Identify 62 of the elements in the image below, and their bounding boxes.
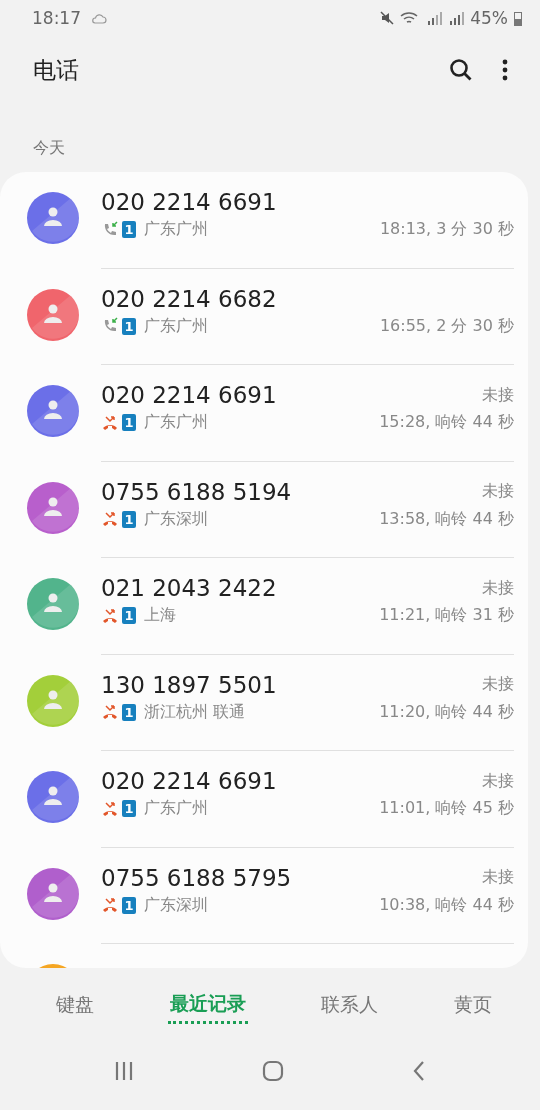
call-location: 上海 [144,605,177,626]
sim-badge: 1 [122,896,136,914]
nav-tab[interactable]: 黄页 [452,990,495,1024]
weather-icon [91,12,107,24]
sim-badge: 1 [122,510,136,528]
home-icon[interactable] [262,1060,284,1082]
sim-badge: 1 [122,703,136,721]
call-location: 广东广州 [144,798,209,819]
call-location: 广东深圳 [144,894,209,916]
nav-tab[interactable]: 联系人 [319,990,381,1024]
signal-icon [448,11,465,25]
call-time: 10:38, 响铃 44 秒 [379,894,514,916]
nav-tab[interactable]: 键盘 [53,990,96,1024]
sim-badge: 1 [122,414,136,431]
missed-call-icon [101,510,119,528]
call-location: 广东深圳 [144,508,209,530]
call-time: 11:21, 响铃 31 秒 [379,605,514,626]
battery-icon [514,10,522,26]
sim-badge: 1 [122,800,136,817]
missed-call-icon [101,606,119,625]
nav-tab[interactable]: 最近记录 [167,990,248,1024]
search-icon[interactable] [448,57,474,83]
phone-number: 021 2043 2422 [101,575,278,601]
phone-number: 020 2214 6691 [101,189,278,215]
phone-number: 0755 6188 5795 [101,864,293,891]
call-status: 未接 [482,770,514,792]
call-status: 未接 [482,481,514,502]
app-title: 电话 [33,55,80,85]
sim-badge: 1 [122,317,136,335]
call-status: 未接 [482,384,514,406]
call-status: 未接 [482,674,514,695]
call-location: 广东广州 [144,412,209,433]
call-time: 16:55, 2 分 30 秒 [379,315,514,337]
phone-number: 0755 6188 5194 [101,478,293,505]
battery-level: 45% [470,8,508,28]
phone-number: 130 1897 5501 [101,671,278,698]
status-time: 18:17 [32,8,81,28]
call-time: 15:28, 响铃 44 秒 [379,412,514,433]
missed-call-icon [101,799,119,818]
call-time: 11:01, 响铃 45 秒 [379,798,514,819]
sim-badge: 1 [122,607,136,624]
call-time: 18:13, 3 分 30 秒 [379,219,514,240]
phone-number: 020 2214 6691 [101,768,278,794]
missed-call-icon [101,896,119,914]
missed-call-icon [101,703,119,721]
call-location: 浙江杭州 联通 [144,701,247,723]
more-options-icon[interactable] [502,59,508,81]
call-location: 广东广州 [144,315,209,337]
call-status: 未接 [482,867,514,888]
call-status: 未接 [482,577,514,599]
phone-number: 020 2214 6691 [101,382,278,408]
sim-badge: 1 [122,221,136,238]
recent-apps-icon[interactable] [114,1061,134,1081]
call-time: 11:20, 响铃 44 秒 [379,701,514,723]
call-location: 广东广州 [144,219,209,240]
missed-call-icon [101,413,119,432]
section-header: 今天 [32,137,66,159]
phone-number: 020 2214 6682 [101,285,278,312]
mute-icon [380,11,395,25]
signal-icon [426,11,443,25]
call-time: 13:58, 响铃 44 秒 [379,508,514,530]
back-icon[interactable] [412,1060,426,1082]
